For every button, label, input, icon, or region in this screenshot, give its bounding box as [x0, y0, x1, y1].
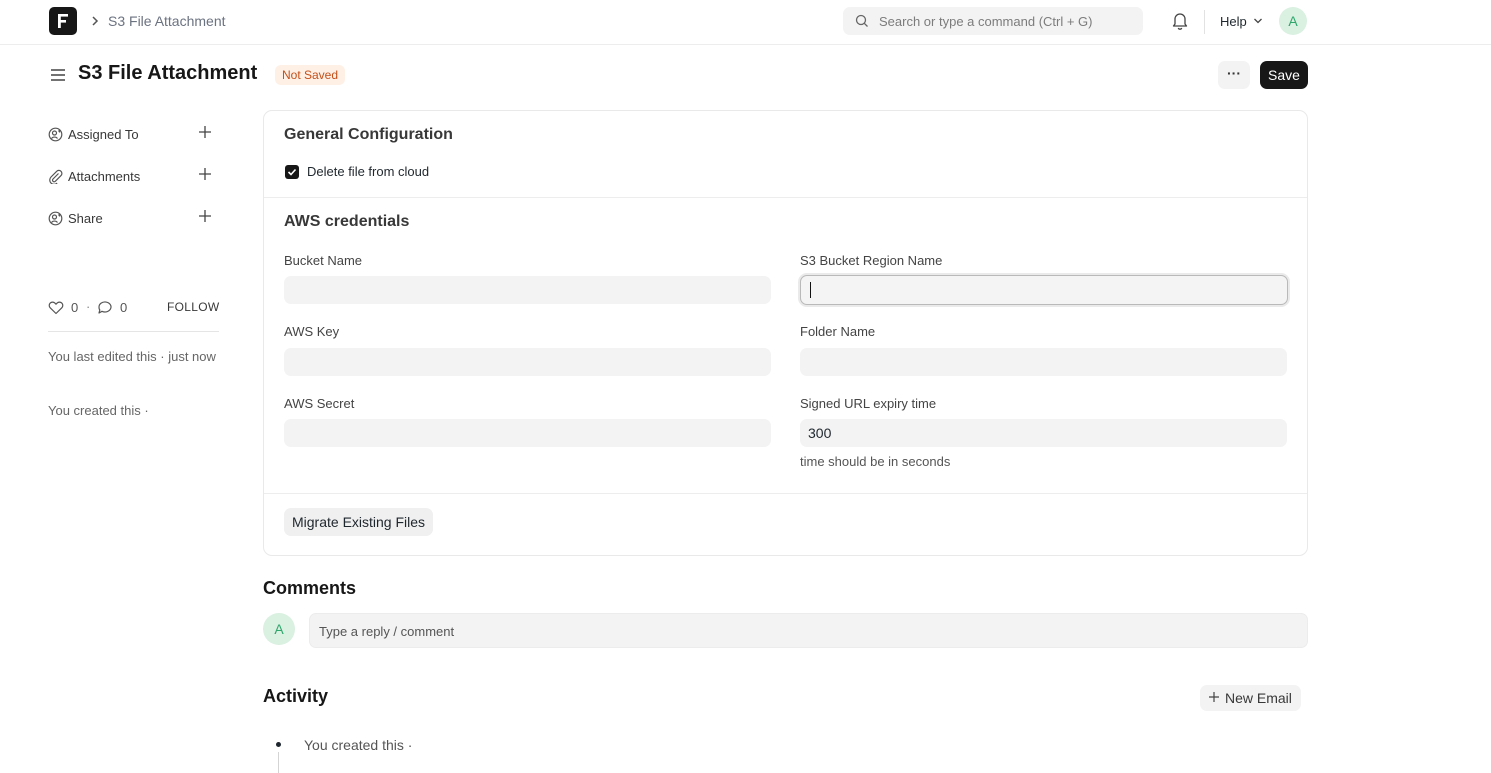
expiry-time-help: time should be in seconds	[800, 454, 951, 469]
sidebar-divider	[48, 331, 219, 332]
share-icon	[48, 211, 63, 226]
separator-dot: ·	[86, 299, 91, 314]
new-email-button[interactable]: New Email	[1200, 685, 1301, 711]
comment-input[interactable]: Type a reply / comment	[309, 613, 1308, 648]
sidebar-item-attachments[interactable]: Attachments	[48, 167, 218, 187]
paperclip-icon	[49, 169, 63, 184]
bucket-name-input[interactable]	[284, 276, 771, 304]
activity-heading: Activity	[263, 686, 329, 706]
user-avatar[interactable]: A	[1279, 7, 1307, 35]
add-share-icon[interactable]	[198, 209, 212, 223]
last-edited-text: You last edited this · just now	[48, 349, 216, 364]
comment-avatar: A	[263, 613, 295, 645]
assign-icon	[48, 127, 63, 142]
page-title: S3 File Attachment	[78, 62, 258, 84]
general-configuration-heading[interactable]: General Configuration	[284, 126, 453, 144]
chevron-down-icon[interactable]	[1253, 17, 1263, 25]
heart-icon[interactable]	[48, 300, 64, 315]
follow-button[interactable]: FOLLOW	[167, 300, 219, 314]
new-email-label: New Email	[1225, 690, 1292, 706]
comment-icon[interactable]	[97, 300, 113, 315]
timeline-entry: You created this ·	[304, 737, 413, 753]
save-button[interactable]: Save	[1260, 61, 1308, 89]
chevron-right-icon	[92, 16, 99, 26]
navbar: S3 File Attachment Search or type a comm…	[0, 0, 1491, 45]
add-assignee-icon[interactable]	[198, 125, 212, 139]
comments-count: 0	[120, 300, 128, 315]
aws-credentials-heading[interactable]: AWS credentials	[284, 213, 409, 231]
text-caret	[810, 282, 811, 298]
region-name-input[interactable]	[800, 275, 1288, 305]
comments-heading: Comments	[263, 578, 357, 598]
expiry-time-input[interactable]: 300	[800, 419, 1287, 447]
aws-secret-input[interactable]	[284, 419, 771, 447]
timeline-dot	[276, 742, 281, 747]
help-dropdown[interactable]: Help	[1220, 14, 1247, 29]
frappe-logo-icon	[58, 14, 68, 28]
sidebar-item-assigned-to[interactable]: Assigned To	[48, 125, 218, 145]
sidebar-toggle-icon[interactable]	[50, 67, 66, 83]
created-text: You created this ·	[48, 403, 149, 418]
aws-secret-label: AWS Secret	[284, 396, 355, 411]
form-card: General Configuration Delete file from c…	[263, 110, 1308, 556]
folder-name-input[interactable]	[800, 348, 1287, 376]
breadcrumb[interactable]: S3 File Attachment	[108, 13, 226, 29]
more-actions-button[interactable]: ···	[1218, 61, 1250, 89]
plus-icon	[1209, 692, 1219, 702]
search-input[interactable]: Search or type a command (Ctrl + G)	[879, 14, 1093, 29]
sidebar-item-share[interactable]: Share	[48, 209, 218, 229]
search-bar[interactable]: Search or type a command (Ctrl + G)	[843, 7, 1143, 35]
expiry-time-label: Signed URL expiry time	[800, 396, 937, 411]
aws-key-label: AWS Key	[284, 324, 340, 339]
timeline-line	[278, 752, 279, 773]
delete-file-checkbox[interactable]	[285, 165, 299, 179]
delete-file-label[interactable]: Delete file from cloud	[307, 164, 429, 179]
expiry-time-value: 300	[808, 425, 832, 441]
section-divider	[264, 197, 1307, 198]
migrate-files-button[interactable]: Migrate Existing Files	[284, 508, 434, 536]
likes-count: 0	[71, 300, 79, 315]
bell-icon[interactable]	[1171, 11, 1189, 31]
checkmark-icon	[287, 168, 297, 176]
add-attachment-icon[interactable]	[198, 167, 212, 181]
sidebar-item-label: Assigned To	[68, 127, 139, 142]
aws-key-input[interactable]	[284, 348, 771, 376]
region-name-label: S3 Bucket Region Name	[800, 253, 943, 268]
navbar-divider	[1204, 10, 1205, 34]
sidebar-item-label: Attachments	[68, 169, 141, 184]
comment-placeholder: Type a reply / comment	[319, 624, 455, 639]
app-logo[interactable]	[49, 7, 77, 35]
section-divider	[264, 493, 1307, 494]
status-badge: Not Saved	[275, 65, 346, 85]
sidebar-item-label: Share	[68, 211, 103, 226]
folder-name-label: Folder Name	[800, 324, 876, 339]
bucket-name-label: Bucket Name	[284, 253, 363, 268]
search-icon	[855, 14, 868, 27]
